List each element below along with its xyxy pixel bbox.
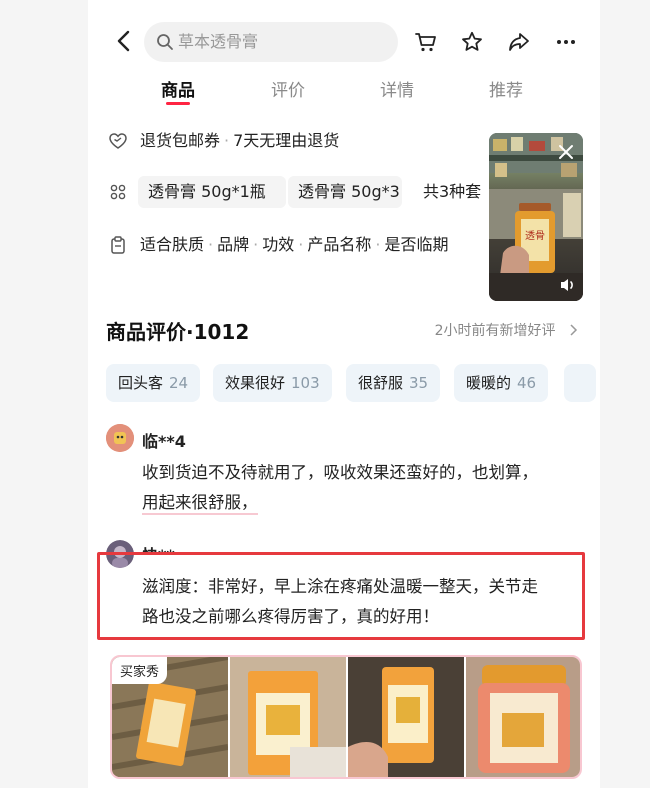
top-bar: 草本透骨膏 <box>88 20 600 64</box>
buyer-photo[interactable] <box>230 657 346 777</box>
avatar-image <box>106 424 134 452</box>
review-line-2: 用起来很舒服， <box>142 493 258 515</box>
tab-recommend[interactable]: 推荐 <box>466 76 546 101</box>
review-line-1: 收到货迫不及待就用了，吸收效果还蛮好的，也划算， <box>142 463 538 482</box>
return-policy-label: 7天无理由退货 <box>233 131 340 150</box>
new-review-notice: 2小时前有新增好评 <box>434 323 556 339</box>
active-tab-indicator <box>166 102 190 105</box>
return-coupon-label: 退货包邮券 <box>140 131 221 150</box>
buyer-photo[interactable] <box>348 657 464 777</box>
heart-shield-icon <box>109 133 127 149</box>
back-arrow-icon[interactable] <box>110 26 138 56</box>
tab-reviews[interactable]: 评价 <box>248 76 328 101</box>
attributes-row[interactable]: 适合肤质 · 品牌 · 功效 · 产品名称 · 是否临期 <box>108 229 488 261</box>
attr-skin-type: 适合肤质 <box>140 235 205 254</box>
attr-effect: 功效 <box>262 235 295 254</box>
star-favorite-icon[interactable] <box>460 30 484 54</box>
avatar[interactable] <box>106 424 134 452</box>
chevron-right-icon <box>570 324 578 336</box>
clipboard-icon <box>111 236 125 254</box>
share-icon[interactable] <box>507 30 531 54</box>
attr-brand: 品牌 <box>217 235 250 254</box>
review-tag[interactable]: 暖暖的 46 <box>454 364 549 402</box>
tab-details[interactable]: 详情 <box>357 76 437 101</box>
sku-total[interactable]: 共3种套 <box>423 182 481 202</box>
review-tag[interactable]: 效果很好 103 <box>213 364 332 402</box>
reviews-more-link[interactable]: 2小时前有新增好评 <box>435 320 578 340</box>
volume-icon[interactable] <box>559 277 577 293</box>
return-policy-row[interactable]: 退货包邮券 · 7天无理由退货 <box>108 125 498 157</box>
search-placeholder: 草本透骨膏 <box>178 32 259 51</box>
svg-text:透骨: 透骨 <box>525 230 545 242</box>
tab-product[interactable]: 商品 <box>138 76 218 101</box>
photo-image <box>466 657 580 777</box>
attr-product-name: 产品名称 <box>307 235 372 254</box>
buyer-show-badge: 买家秀 <box>112 657 168 684</box>
search-icon <box>157 34 173 50</box>
photo-image <box>348 657 464 777</box>
buyer-photo-strip: 买家秀 <box>110 655 582 779</box>
review-text: 收到货迫不及待就用了，吸收效果还蛮好的，也划算， 用起来很舒服， <box>142 458 582 518</box>
review-tag[interactable]: 回头客 24 <box>106 364 201 402</box>
review-username[interactable]: 临**4 <box>142 428 186 452</box>
sku-chip-single[interactable]: 透骨膏 50g*1瓶 <box>138 176 286 208</box>
close-icon[interactable] <box>557 143 575 161</box>
attr-expiry: 是否临期 <box>384 235 449 254</box>
photo-image <box>230 657 346 777</box>
review-line-1: 滋润度：非常好，早上涂在疼痛处温暖一整天，关节走 <box>142 577 538 596</box>
grid-icon <box>110 184 126 200</box>
reviews-title: 商品评价·1012 <box>106 320 250 344</box>
floating-video-player[interactable]: 透骨 <box>489 133 583 301</box>
product-page: 草本透骨膏 商品 评价 详情 推荐 退货包邮券 · 7天无理由退货 透骨膏 50… <box>88 0 600 788</box>
cart-icon[interactable] <box>414 30 438 54</box>
review-line-2: 路也没之前哪么疼得厉害了，真的好用！ <box>142 607 439 626</box>
tab-bar: 商品 评价 详情 推荐 <box>88 74 600 108</box>
review-tag-partial[interactable] <box>564 364 596 402</box>
sku-row: 透骨膏 50g*1瓶 透骨膏 50g*3 共3种套 <box>108 176 498 208</box>
sku-chip-triple[interactable]: 透骨膏 50g*3 <box>288 176 402 208</box>
more-icon[interactable] <box>554 30 578 54</box>
review-tag-list: 回头客 24 效果很好 103 很舒服 35 暖暖的 46 <box>106 364 600 402</box>
buyer-photo[interactable] <box>466 657 580 777</box>
search-bar[interactable]: 草本透骨膏 <box>144 22 398 62</box>
review-tag[interactable]: 很舒服 35 <box>346 364 441 402</box>
review-text: 滋润度：非常好，早上涂在疼痛处温暖一整天，关节走 路也没之前哪么疼得厉害了，真的… <box>142 572 582 632</box>
